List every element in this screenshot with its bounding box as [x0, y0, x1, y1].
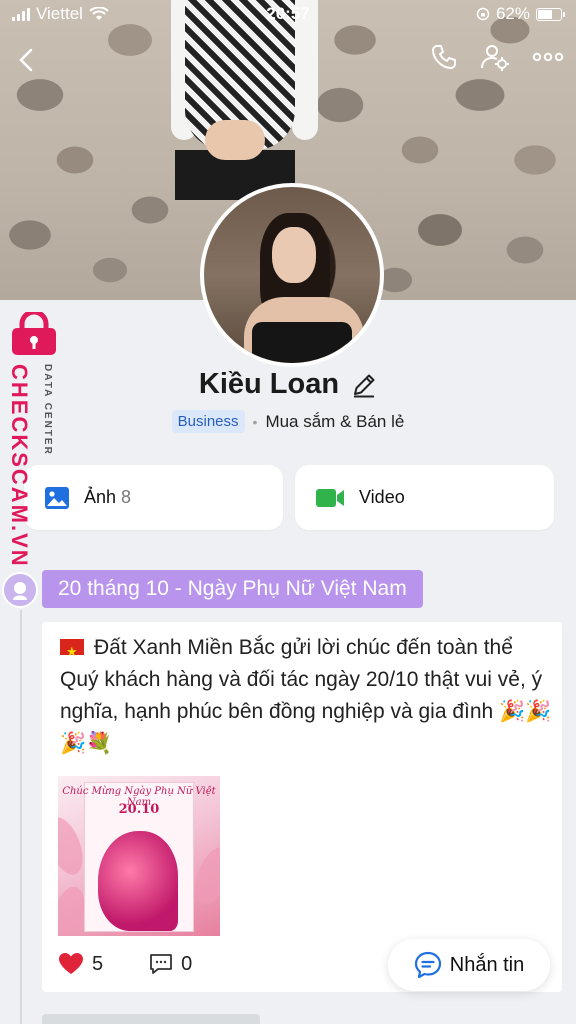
watermark-sub: DATA CENTER — [42, 364, 53, 456]
separator-dot: • — [252, 413, 258, 430]
media-row: Ảnh 8 Video — [24, 465, 554, 530]
profile-name-row: Kiều Loan — [0, 368, 576, 401]
message-button[interactable]: Nhắn tin — [388, 939, 550, 991]
video-label: Video — [359, 487, 405, 507]
post-actions: 5 0 — [58, 952, 192, 976]
profile-name: Kiều Loan — [198, 368, 340, 400]
top-navigation — [0, 40, 576, 80]
battery-icon — [536, 7, 565, 21]
post-body: Đất Xanh Miền Bắc gửi lời chúc đến toàn … — [60, 636, 552, 755]
profile-settings-icon[interactable] — [480, 42, 510, 72]
post-card[interactable]: Đất Xanh Miền Bắc gửi lời chúc đến toàn … — [42, 622, 562, 992]
vietnam-flag-icon — [60, 636, 84, 668]
post-image[interactable]: Chúc Mừng Ngày Phụ Nữ Việt Nam 20.10 — [58, 776, 220, 936]
phone-icon[interactable] — [430, 43, 458, 71]
next-post-card[interactable] — [42, 1014, 260, 1024]
timeline-line — [20, 610, 22, 1024]
cover-figure — [171, 0, 318, 200]
image-date: 20.10 — [118, 802, 160, 817]
photos-label: Ảnh — [84, 487, 117, 507]
like-count: 5 — [92, 952, 104, 975]
chat-bubble-icon — [414, 951, 441, 979]
comment-icon[interactable] — [149, 952, 173, 976]
woman-profile-icon — [13, 582, 27, 600]
chevron-left-icon — [19, 48, 33, 72]
battery-percent: 62% — [495, 4, 530, 23]
watermark: CHECKSCAM.VN DATA CENTER — [6, 312, 62, 568]
edit-pencil-icon[interactable] — [351, 372, 377, 398]
timeline-avatar — [2, 572, 38, 608]
watermark-brand: CHECKSCAM.VN — [7, 364, 32, 568]
lock-icon — [12, 312, 56, 355]
business-badge: Business — [171, 410, 245, 433]
comment-count: 0 — [181, 952, 193, 975]
post-text: Đất Xanh Miền Bắc gửi lời chúc đến toàn … — [60, 632, 555, 760]
event-title: 20 tháng 10 - Ngày Phụ Nữ Việt Nam — [42, 570, 423, 608]
orientation-lock-icon — [476, 7, 490, 21]
video-button[interactable]: Video — [295, 465, 554, 530]
message-button-label: Nhắn tin — [449, 953, 525, 976]
photos-count: 8 — [121, 487, 132, 507]
back-button[interactable] — [16, 44, 46, 76]
more-icon[interactable] — [532, 52, 564, 62]
profile-category: Mua sắm & Bán lẻ — [265, 411, 405, 431]
photos-button[interactable]: Ảnh 8 — [24, 465, 283, 530]
status-bar: Viettel 20:57 62% — [0, 0, 576, 30]
profile-tags: Business • Mua sắm & Bán lẻ — [0, 410, 576, 433]
heart-icon[interactable] — [58, 952, 84, 976]
avatar[interactable] — [200, 183, 384, 367]
video-camera-icon — [316, 488, 344, 507]
